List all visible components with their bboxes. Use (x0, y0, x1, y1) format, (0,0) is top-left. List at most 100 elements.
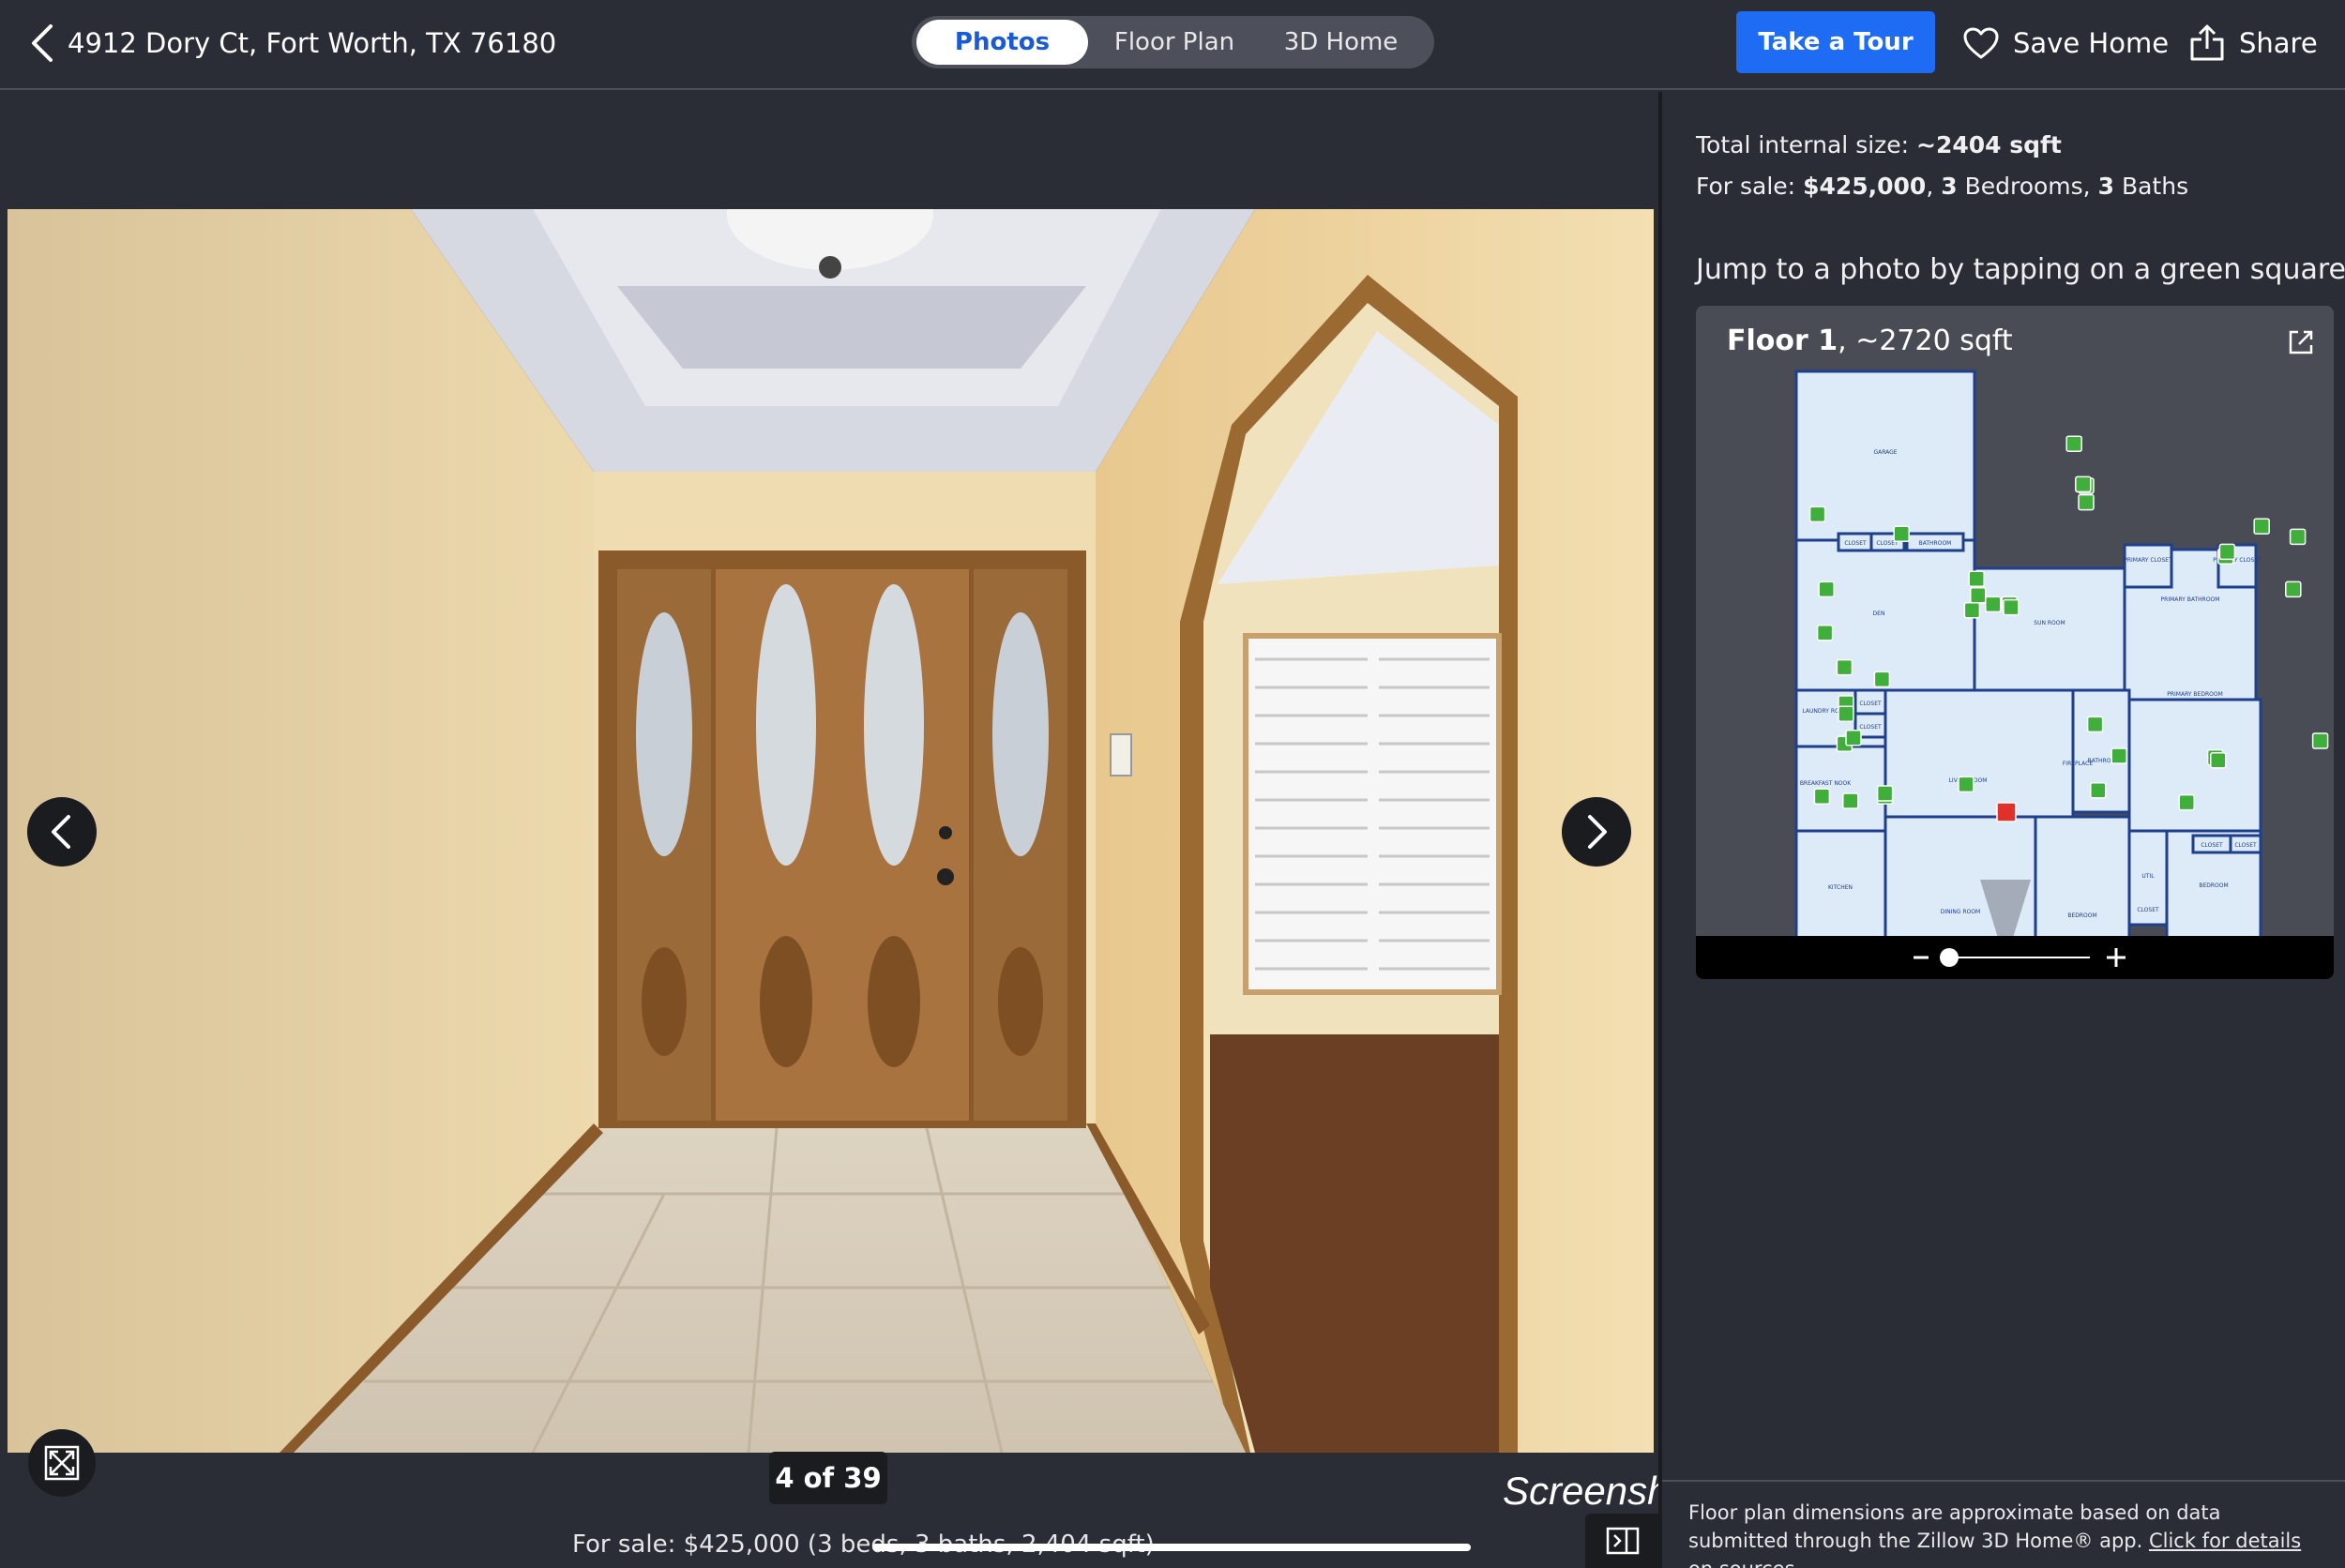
internal-size-label: Total internal size: (1696, 131, 1917, 158)
photo-marker[interactable] (2075, 475, 2092, 493)
next-photo-button[interactable] (1562, 797, 1631, 867)
photo-marker[interactable] (2285, 580, 2302, 598)
share-icon (2190, 24, 2224, 61)
photo-marker[interactable] (1836, 658, 1853, 676)
floor-title: Floor 1, ~2720 sqft (1727, 324, 2013, 357)
photo-marker[interactable] (2003, 598, 2020, 616)
floor-plan-footnote: Floor plan dimensions are approximate ba… (1688, 1499, 2326, 1568)
save-home-button[interactable]: Save Home (1962, 17, 2169, 69)
photo-marker[interactable] (1970, 587, 1987, 604)
room-label: CLOSET (1859, 724, 1882, 731)
photo-marker[interactable] (2110, 747, 2127, 764)
photo-marker[interactable] (1842, 792, 1859, 809)
listing-photo (8, 209, 1654, 1453)
room-label: DEN (1873, 611, 1885, 617)
current-photo-marker[interactable] (1996, 802, 2017, 822)
photo-marker[interactable] (2065, 435, 2082, 452)
entryway-photo (8, 209, 1654, 1453)
save-home-label: Save Home (2013, 27, 2170, 59)
room-label: PRIMARY BEDROOM (2167, 691, 2223, 698)
room-label: DINING ROOM (1941, 909, 1980, 915)
collapse-panel-icon (1606, 1527, 1640, 1555)
tab-floor-plan[interactable]: Floor Plan (1099, 20, 1249, 65)
room-label: CLOSET (2137, 907, 2159, 913)
share-button[interactable]: Share (2188, 17, 2318, 69)
photo-viewer: 4 of 39 Screenshot from Zillow.com Decem… (0, 92, 2277, 1568)
internal-size-value: ~2404 sqft (1916, 131, 2062, 158)
view-tabs: Photos Floor Plan 3D Home (912, 16, 1434, 68)
photo-marker[interactable] (1985, 596, 2002, 613)
tab-3d-home[interactable]: 3D Home (1263, 20, 1418, 65)
floor-plan-card: GARAGE CLOSET CLOSET BATHROOM DEN SUN RO… (1696, 306, 2334, 979)
floor-size: , ~2720 sqft (1838, 324, 2013, 357)
room-label: CLOSET (2201, 842, 2223, 849)
chevron-right-icon (1588, 815, 1607, 849)
zoom-control (1696, 936, 2334, 979)
baths-label: Baths (2114, 173, 2189, 200)
zoom-slider-thumb (1940, 948, 1959, 967)
share-label: Share (2239, 27, 2318, 59)
take-a-tour-button[interactable]: Take a Tour (1736, 11, 1935, 73)
photo-counter: 4 of 39 (769, 1452, 887, 1504)
photo-marker[interactable] (1838, 705, 1854, 722)
floor-label: Floor 1 (1727, 324, 1838, 357)
tab-photos[interactable]: Photos (916, 20, 1088, 65)
horizontal-scrollbar[interactable] (872, 1544, 1471, 1551)
room-label: GARAGE (1873, 449, 1897, 456)
photo-marker[interactable] (1816, 625, 1834, 641)
sale-summary: For sale: $425,000, 3 Bedrooms, 3 Baths (1696, 173, 2189, 200)
photo-marker[interactable] (2210, 752, 2227, 769)
room-label: CLOSET (1859, 701, 1882, 707)
footnote-divider (1662, 1480, 2345, 1482)
open-external-icon[interactable] (2287, 328, 2315, 356)
footnote-text: Floor plan dimensions are approximate ba… (1688, 1501, 2221, 1552)
room-label: CLOSET (1844, 540, 1867, 547)
room-label: SUN ROOM (2034, 620, 2065, 626)
room-label: BREAKFAST NOOK (1800, 780, 1852, 787)
listing-address: 4912 Dory Ct, Fort Worth, TX 76180 (68, 27, 557, 59)
room-label: CLOSET (2234, 842, 2257, 849)
back-button[interactable]: 4912 Dory Ct, Fort Worth, TX 76180 (28, 17, 556, 69)
room-label: BEDROOM (2067, 912, 2096, 919)
chevron-left-icon (52, 815, 70, 849)
jump-hint: Jump to a photo by tapping on a green sq… (1696, 253, 2345, 286)
photo-marker[interactable] (2218, 543, 2236, 561)
photo-marker[interactable] (2086, 716, 2104, 733)
room-label: KITCHEN (1828, 884, 1853, 891)
photo-marker[interactable] (1968, 570, 1985, 587)
sale-label: For sale: (1696, 173, 1804, 200)
photo-marker[interactable] (1818, 580, 1835, 598)
internal-size: Total internal size: ~2404 sqft (1696, 131, 2062, 158)
room-label: BATHROOM (1919, 540, 1952, 547)
photo-marker[interactable] (1845, 730, 1862, 746)
photo-marker[interactable] (2178, 793, 2195, 811)
photo-marker[interactable] (1963, 602, 1981, 619)
room-label: BEDROOM (2199, 882, 2228, 889)
photo-marker[interactable] (1876, 785, 1894, 802)
details-panel: Total internal size: ~2404 sqft For sale… (1662, 92, 2345, 1568)
floor-plan-map[interactable]: GARAGE CLOSET CLOSET BATHROOM DEN SUN RO… (1696, 306, 2334, 979)
zoom-slider[interactable] (1696, 936, 2334, 979)
beds-count: 3 (1941, 173, 1958, 200)
photo-marker[interactable] (2090, 782, 2107, 799)
expand-icon (44, 1445, 80, 1481)
photo-marker[interactable] (2289, 528, 2307, 546)
photo-marker[interactable] (1893, 525, 1910, 542)
room-label: PRIMARY CLOSET (2124, 557, 2172, 564)
photo-marker[interactable] (1808, 505, 1826, 523)
toggle-panel-button[interactable] (1585, 1514, 1660, 1568)
sale-price: $425,000 (1803, 173, 1927, 200)
photo-marker[interactable] (2253, 518, 2270, 535)
chevron-left-icon (32, 24, 53, 62)
baths-count: 3 (2097, 173, 2114, 200)
photo-marker[interactable] (2311, 732, 2329, 749)
room-label: PRIMARY BATHROOM (2161, 596, 2220, 603)
previous-photo-button[interactable] (27, 797, 97, 867)
fullscreen-button[interactable] (28, 1429, 96, 1497)
photo-marker[interactable] (1813, 788, 1831, 805)
photo-marker[interactable] (2078, 493, 2095, 511)
beds-label: Bedrooms, (1957, 173, 2098, 200)
photo-marker[interactable] (1958, 776, 1974, 793)
photo-marker[interactable] (1873, 671, 1891, 688)
heart-icon (1963, 27, 1999, 59)
